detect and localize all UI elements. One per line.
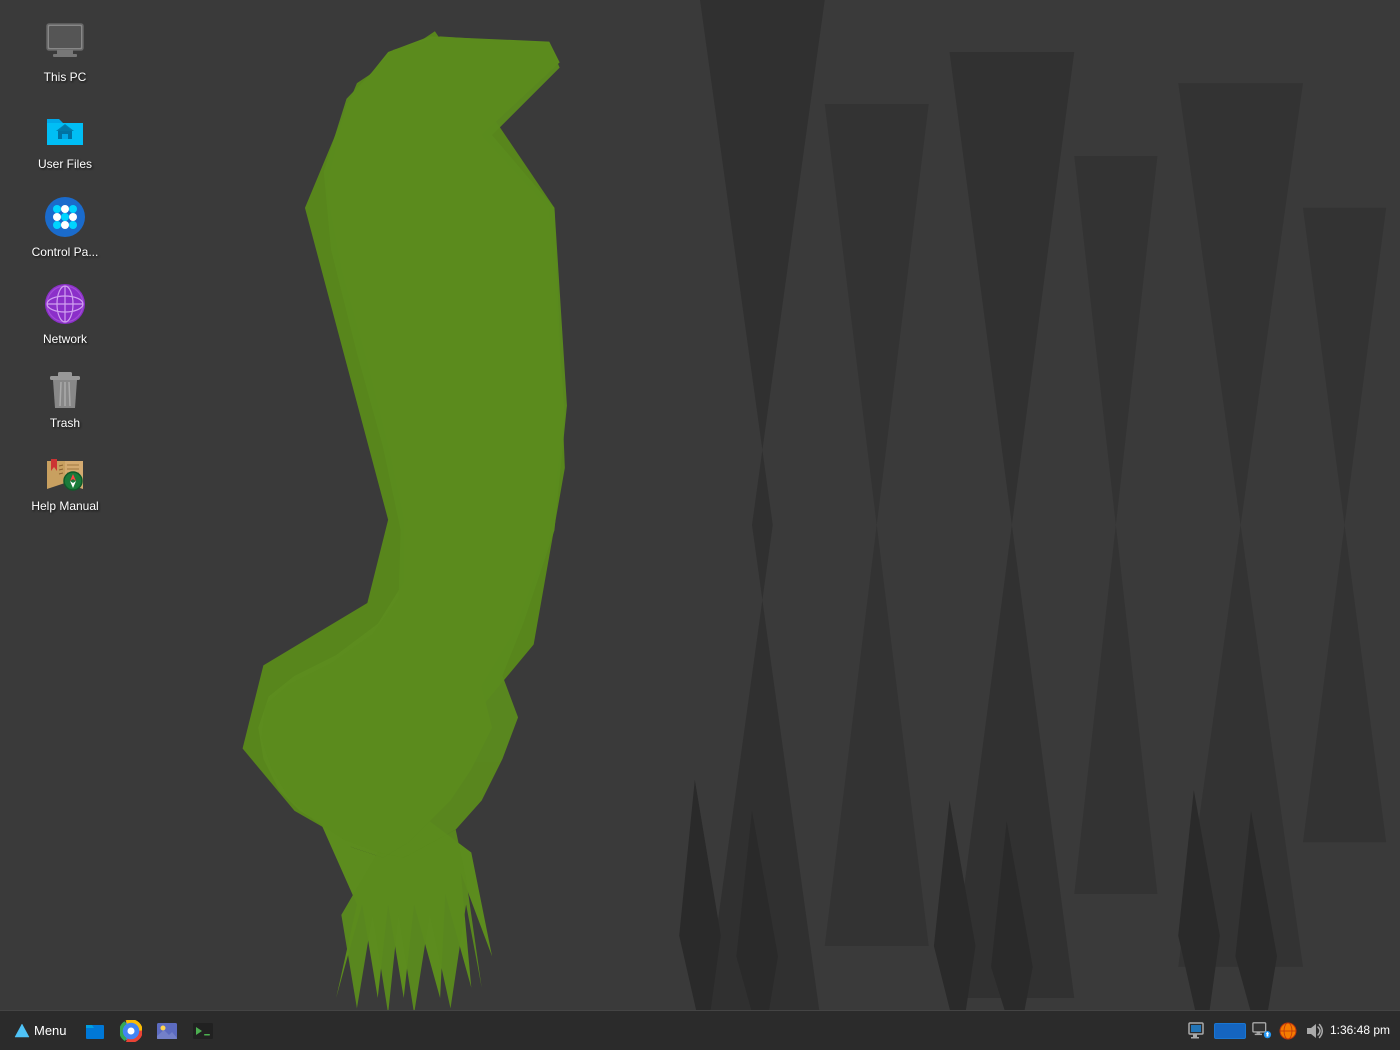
trash-icon bbox=[45, 368, 85, 412]
help-manual-label: Help Manual bbox=[31, 499, 98, 513]
desktop-icon-trash[interactable]: Trash bbox=[20, 360, 110, 438]
menu-button[interactable]: Menu bbox=[6, 1019, 75, 1043]
desktop-icon-user-files[interactable]: User Files bbox=[20, 97, 110, 179]
desktop-icon-network[interactable]: Network bbox=[20, 272, 110, 354]
taskbar-left: Menu bbox=[6, 1017, 1184, 1045]
menu-icon bbox=[14, 1023, 30, 1039]
network-icon bbox=[41, 280, 89, 328]
desktop: This PC User Files bbox=[0, 0, 1400, 1050]
taskbar: Menu bbox=[0, 1010, 1400, 1050]
tray-screen-connect-icon[interactable] bbox=[1252, 1021, 1272, 1041]
tray-blue-rect bbox=[1214, 1023, 1246, 1039]
network-label: Network bbox=[43, 332, 87, 346]
tray-volume-icon[interactable] bbox=[1304, 1021, 1324, 1041]
files-taskbar-icon bbox=[84, 1020, 106, 1042]
images-taskbar-icon bbox=[156, 1020, 178, 1042]
taskbar-chrome-btn[interactable] bbox=[115, 1017, 147, 1045]
globe-icon bbox=[1278, 1021, 1298, 1041]
control-panel-icon bbox=[41, 193, 89, 241]
taskbar-files-btn[interactable] bbox=[79, 1017, 111, 1045]
taskbar-terminal-btn[interactable] bbox=[187, 1017, 219, 1045]
clock-time: 1:36:48 pm bbox=[1330, 1023, 1390, 1037]
wallpaper bbox=[0, 0, 1400, 1050]
control-panel-label: Control Pa... bbox=[32, 245, 99, 259]
volume-icon bbox=[1304, 1021, 1324, 1041]
desktop-icons: This PC User Files bbox=[20, 10, 110, 521]
desktop-icon-this-pc[interactable]: This PC bbox=[20, 10, 110, 92]
help-manual-icon bbox=[43, 451, 87, 495]
system-clock[interactable]: 1:36:48 pm bbox=[1330, 1023, 1390, 1039]
menu-label: Menu bbox=[34, 1023, 67, 1038]
trash-label: Trash bbox=[50, 416, 80, 430]
user-files-icon bbox=[41, 105, 89, 153]
system-tray: 1:36:48 pm bbox=[1184, 1021, 1394, 1041]
user-files-label: User Files bbox=[38, 157, 92, 171]
desktop-icon-help-manual[interactable]: Help Manual bbox=[20, 443, 110, 521]
this-pc-icon bbox=[41, 18, 89, 66]
screen-connect-icon bbox=[1252, 1021, 1272, 1041]
this-pc-label: This PC bbox=[44, 70, 87, 84]
chrome-taskbar-icon bbox=[120, 1020, 142, 1042]
tray-display-icon[interactable] bbox=[1188, 1021, 1208, 1041]
terminal-taskbar-icon bbox=[192, 1020, 214, 1042]
desktop-icon-control-panel[interactable]: Control Pa... bbox=[20, 185, 110, 267]
tray-globe-icon[interactable] bbox=[1278, 1021, 1298, 1041]
taskbar-images-btn[interactable] bbox=[151, 1017, 183, 1045]
display-icon bbox=[1188, 1021, 1208, 1041]
